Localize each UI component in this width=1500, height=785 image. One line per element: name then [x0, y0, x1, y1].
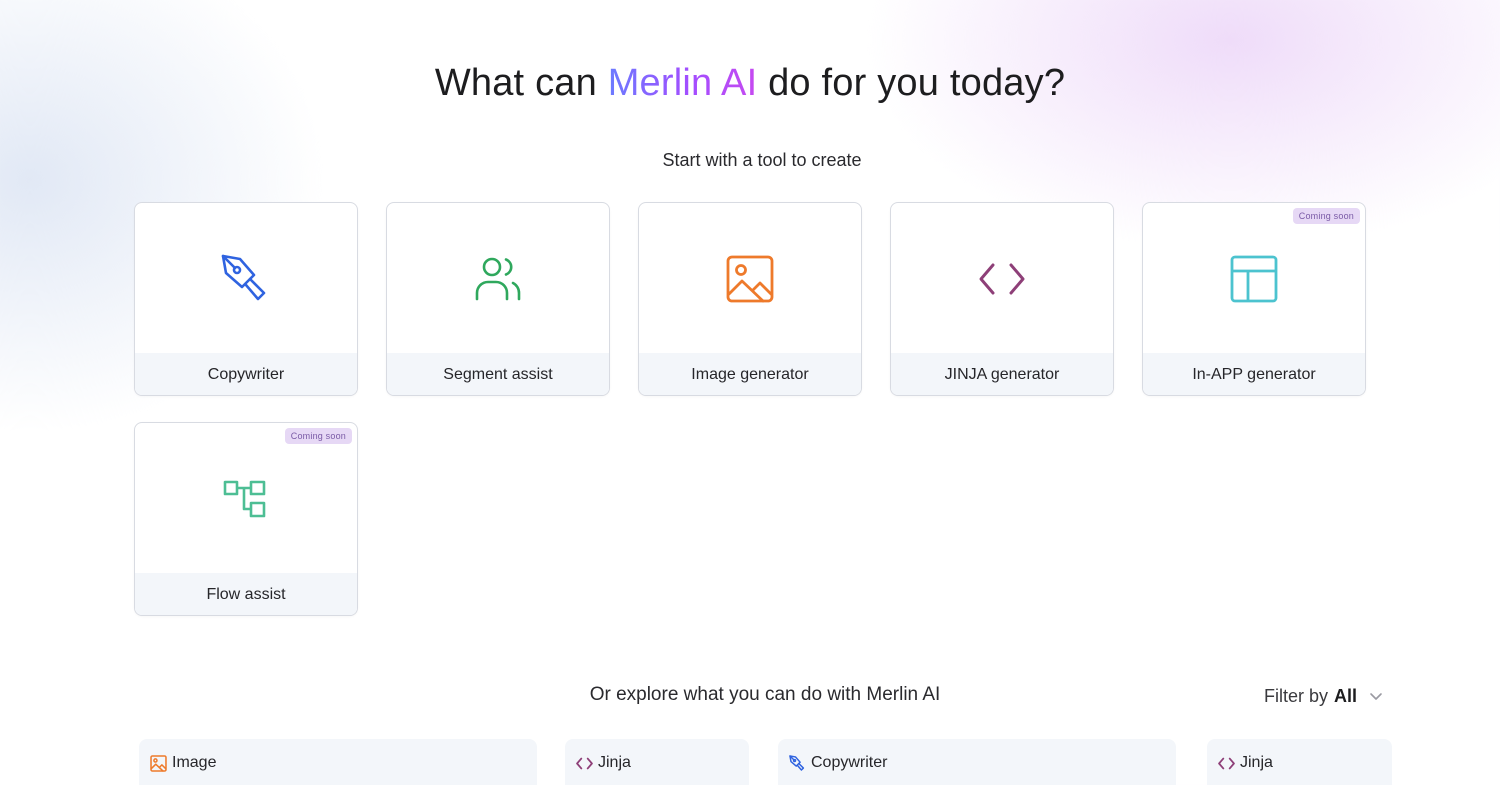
title-suffix: do for you today?	[757, 62, 1066, 104]
tile-label: Image	[172, 754, 217, 771]
pen-nib-icon	[221, 254, 266, 301]
users-icon	[475, 257, 521, 301]
filter-dropdown[interactable]: Filter by All	[1264, 686, 1383, 707]
explore-tile-jinja[interactable]: Jinja	[565, 739, 749, 785]
code-icon	[979, 263, 1025, 295]
tool-card-flow-assist[interactable]: Coming soon Flow assist	[134, 422, 358, 616]
image-icon	[150, 754, 167, 772]
filter-value: All	[1334, 686, 1358, 706]
tool-card-label: Flow assist	[135, 573, 357, 615]
tile-label: Jinja	[598, 754, 631, 771]
page-subtitle: Start with a tool to create	[662, 150, 862, 170]
explore-tile-copywriter[interactable]: Copywriter	[778, 739, 1176, 785]
tool-card-label: Copywriter	[135, 353, 357, 395]
tool-card-segment-assist[interactable]: Segment assist	[386, 202, 610, 396]
tile-label: Copywriter	[811, 754, 888, 771]
pen-nib-icon	[789, 754, 805, 771]
tool-card-label: In-APP generator	[1143, 353, 1365, 395]
filter-label: Filter by	[1264, 686, 1329, 706]
tool-card-copywriter[interactable]: Copywriter	[134, 202, 358, 396]
explore-tile-image[interactable]: Image	[139, 739, 537, 785]
code-icon	[1218, 757, 1235, 769]
tile-label: Jinja	[1240, 754, 1273, 771]
chevron-down-icon	[1369, 692, 1383, 702]
tool-card-label: Segment assist	[387, 353, 609, 395]
page-title: What can Merlin AI do for you today?	[0, 62, 1500, 105]
brand-name: Merlin AI	[607, 62, 758, 104]
explore-tile-jinja[interactable]: Jinja	[1207, 739, 1392, 785]
tool-card-label: Image generator	[639, 353, 861, 395]
tool-card-in-app-generator[interactable]: Coming soon In-APP generator	[1142, 202, 1366, 396]
tool-card-jinja-generator[interactable]: JINJA generator	[890, 202, 1114, 396]
flow-icon	[223, 480, 266, 518]
layout-icon	[1230, 255, 1278, 303]
coming-soon-badge: Coming soon	[1292, 208, 1360, 224]
title-prefix: What can	[434, 62, 608, 104]
code-icon	[576, 757, 593, 769]
tool-card-label: JINJA generator	[891, 353, 1113, 395]
tool-card-image-generator[interactable]: Image generator	[638, 202, 862, 396]
image-icon	[726, 255, 774, 303]
coming-soon-badge: Coming soon	[284, 428, 352, 444]
